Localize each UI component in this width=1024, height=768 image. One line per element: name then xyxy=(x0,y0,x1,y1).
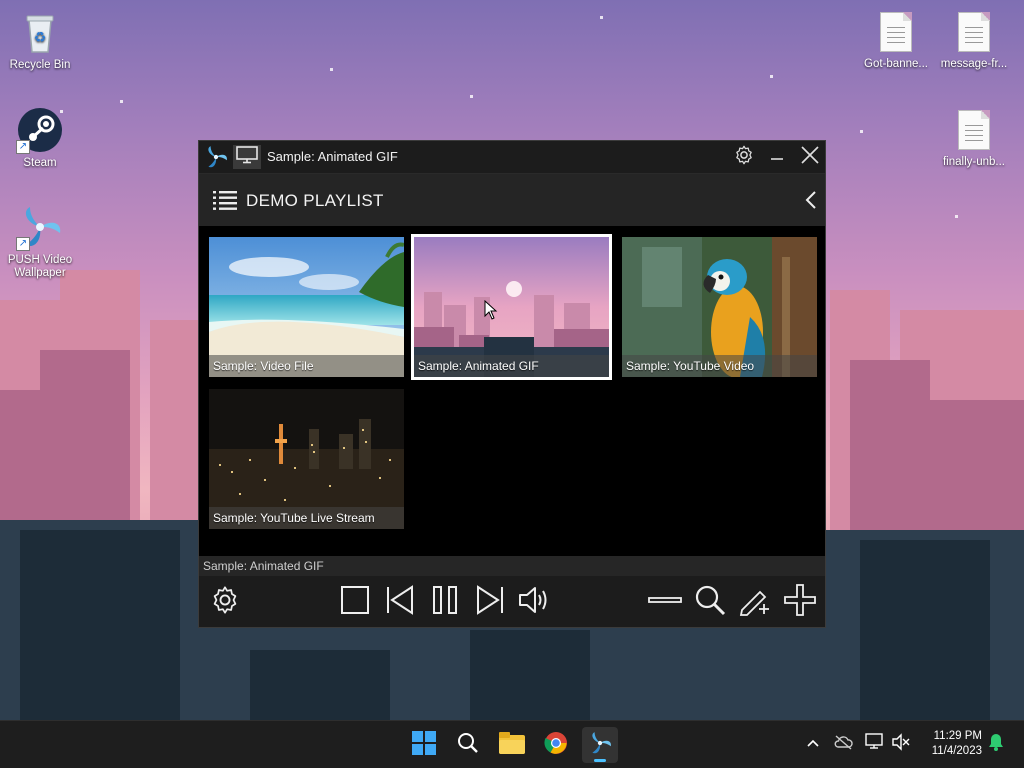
stop-icon xyxy=(340,585,370,620)
window-title: Sample: Animated GIF xyxy=(267,149,398,164)
settings-button[interactable] xyxy=(207,584,243,620)
notifications-button[interactable] xyxy=(987,733,1005,756)
playlist-item-caption: Sample: YouTube Live Stream xyxy=(209,507,404,529)
svg-text:♻: ♻ xyxy=(34,30,47,46)
file-explorer-icon xyxy=(499,731,525,759)
network-icon xyxy=(865,732,885,756)
playlist-item-video-file[interactable]: Sample: Video File xyxy=(209,237,404,377)
remove-icon xyxy=(648,585,682,620)
desktop-icon-file[interactable]: Got-banne... xyxy=(856,8,936,71)
start-button[interactable] xyxy=(406,727,442,763)
clock-date: 11/4/2023 xyxy=(931,745,982,757)
playlist-header: DEMO PLAYLIST xyxy=(199,174,825,226)
desktop-icon-file[interactable]: message-fr... xyxy=(934,8,1014,71)
desktop-icon-steam[interactable]: ↗ Steam xyxy=(0,106,80,170)
stop-button[interactable] xyxy=(337,584,373,620)
cloud-off-icon xyxy=(833,734,853,755)
previous-icon xyxy=(385,584,415,620)
desktop-icon-label: message-fr... xyxy=(940,58,1008,70)
playlist-item-caption: Sample: Video File xyxy=(209,355,404,377)
network-button[interactable] xyxy=(865,732,885,756)
taskbar-clock[interactable]: 11:29 PM 11/4/2023 xyxy=(932,729,982,759)
playlist-title: DEMO PLAYLIST xyxy=(246,191,384,210)
steam-icon: ↗ xyxy=(16,106,64,154)
push-video-wallpaper-icon: ↗ xyxy=(16,203,64,251)
edit-add-button[interactable] xyxy=(737,584,773,620)
list-menu-icon xyxy=(213,191,237,215)
window-settings-button[interactable] xyxy=(731,145,757,169)
search-button[interactable] xyxy=(692,584,728,620)
pause-icon xyxy=(430,585,460,620)
taskbar-chrome[interactable] xyxy=(538,727,574,763)
next-button[interactable] xyxy=(472,584,508,620)
clock-time: 11:29 PM xyxy=(933,730,982,742)
desktop-icon-file[interactable]: finally-unb... xyxy=(934,106,1014,169)
desktop-icon-label: Got-banne... xyxy=(864,58,928,70)
recycle-bin-icon: ♻ xyxy=(16,8,64,56)
text-file-icon xyxy=(958,12,990,52)
windows-start-icon xyxy=(412,730,436,760)
gear-icon xyxy=(209,584,241,621)
search-icon xyxy=(694,584,726,621)
monitor-icon xyxy=(236,145,258,169)
desktop-icon-label: Recycle Bin xyxy=(9,59,71,71)
search-icon xyxy=(457,732,479,759)
playlist-item-animated-gif[interactable]: Sample: Animated GIF xyxy=(411,234,612,380)
monitor-select-button[interactable] xyxy=(233,145,261,169)
push-video-wallpaper-icon xyxy=(587,730,613,761)
app-logo-icon xyxy=(203,144,229,170)
chevron-left-icon xyxy=(805,191,817,214)
pause-button[interactable] xyxy=(427,584,463,620)
playlist-grid: Sample: Video File Sample: Animated GIF … xyxy=(199,226,825,556)
desktop-icon-recycle-bin[interactable]: ♻ Recycle Bin xyxy=(0,8,80,72)
status-bar: Sample: Animated GIF xyxy=(199,556,825,576)
minimize-button[interactable] xyxy=(764,145,790,169)
volume-tray-button[interactable] xyxy=(891,732,911,756)
next-icon xyxy=(475,584,505,620)
volume-button[interactable] xyxy=(517,584,553,620)
chrome-icon xyxy=(544,731,568,760)
text-file-icon xyxy=(880,12,912,52)
onedrive-button[interactable] xyxy=(833,734,853,755)
taskbar-push-video-wallpaper[interactable] xyxy=(582,727,618,763)
chevron-up-icon xyxy=(806,735,820,753)
playlist-item-youtube-video[interactable]: Sample: YouTube Video xyxy=(622,237,817,377)
gear-icon xyxy=(733,144,755,171)
edit-add-icon xyxy=(738,584,772,621)
push-video-wallpaper-window: Sample: Animated GIF DEMO PLAYLIST Sampl… xyxy=(198,140,826,628)
collapse-button[interactable] xyxy=(805,190,817,215)
notification-bell-icon xyxy=(988,733,1004,756)
remove-button[interactable] xyxy=(647,584,683,620)
mouse-cursor-icon xyxy=(484,299,498,325)
volume-icon xyxy=(518,585,552,620)
desktop-icon-label: Steam xyxy=(23,157,57,169)
playlist-item-caption: Sample: YouTube Video xyxy=(622,355,817,377)
text-file-icon xyxy=(958,110,990,150)
close-icon xyxy=(800,145,820,170)
minimize-icon xyxy=(769,147,785,168)
playlist-item-caption: Sample: Animated GIF xyxy=(414,355,609,377)
taskbar-search-button[interactable] xyxy=(450,727,486,763)
playback-controls xyxy=(199,576,825,627)
title-bar[interactable]: Sample: Animated GIF xyxy=(199,141,825,174)
playlist-menu-button[interactable] xyxy=(213,189,237,216)
volume-muted-icon xyxy=(891,732,911,756)
desktop-icon-push-video-wallpaper[interactable]: ↗ PUSH Video Wallpaper xyxy=(0,203,80,280)
add-icon xyxy=(783,583,817,622)
show-hidden-icons-button[interactable] xyxy=(804,735,822,753)
add-button[interactable] xyxy=(782,583,818,622)
desktop-icon-label: finally-unb... xyxy=(942,156,1005,168)
taskbar-file-explorer[interactable] xyxy=(494,727,530,763)
close-button[interactable] xyxy=(797,145,823,169)
playlist-item-youtube-live-stream[interactable]: Sample: YouTube Live Stream xyxy=(209,389,404,529)
taskbar: 11:29 PM 11/4/2023 xyxy=(0,720,1024,768)
desktop-icon-label: PUSH Video Wallpaper xyxy=(7,254,73,279)
previous-button[interactable] xyxy=(382,584,418,620)
